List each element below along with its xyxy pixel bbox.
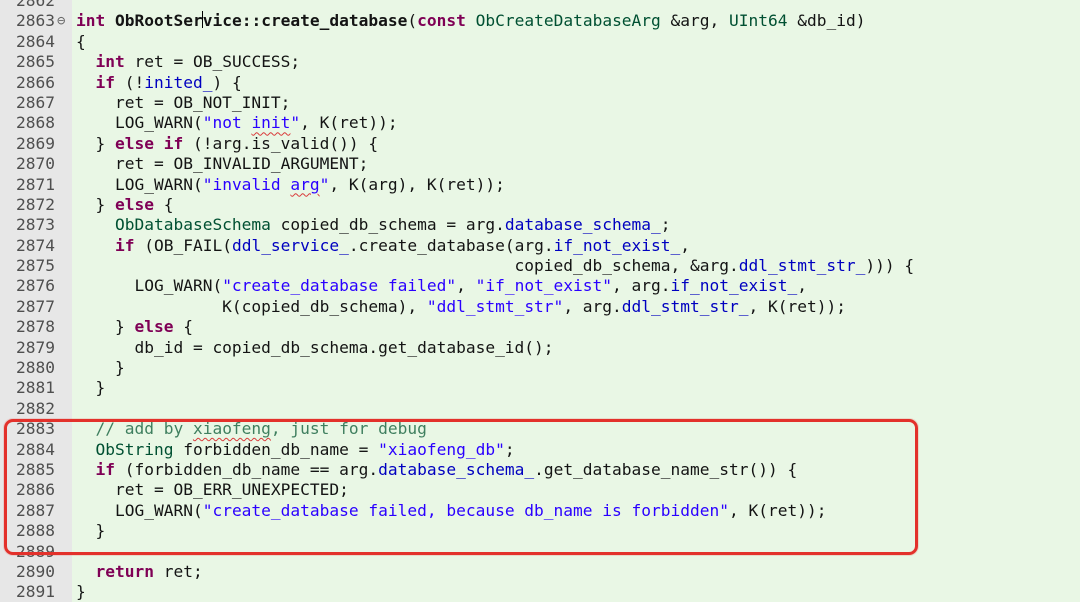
code-text: } xyxy=(76,378,106,398)
line-number: 2871 xyxy=(16,174,55,194)
code-text: } xyxy=(76,582,86,602)
code-line: 2870 ret = OB_INVALID_ARGUMENT; xyxy=(0,154,1080,174)
code-line: 2876 LOG_WARN("create_database failed", … xyxy=(0,276,1080,296)
code-text: } else { xyxy=(76,317,193,337)
line-number: 2864 xyxy=(16,31,55,51)
line-number: 2880 xyxy=(16,358,55,378)
line-number: 2878 xyxy=(16,317,55,337)
code-line: 2866 if (!inited_) { xyxy=(0,73,1080,93)
code-line: 2877 K(copied_db_schema), "ddl_stmt_str"… xyxy=(0,297,1080,317)
code-line: 2880 } xyxy=(0,358,1080,378)
code-line: 2882 xyxy=(0,399,1080,419)
line-number: 2865 xyxy=(16,52,55,72)
line-number: 2870 xyxy=(16,154,55,174)
code-line: 2869 } else if (!arg.is_valid()) { xyxy=(0,134,1080,154)
line-number: 2863 xyxy=(16,11,55,31)
code-line: 2864 { xyxy=(0,32,1080,52)
highlight-box xyxy=(4,419,918,555)
code-line: 2879 db_id = copied_db_schema.get_databa… xyxy=(0,338,1080,358)
line-number: 2868 xyxy=(16,113,55,133)
code-text: if (!inited_) { xyxy=(95,72,242,92)
code-line: 2862 xyxy=(0,0,1080,11)
line-number: 2879 xyxy=(16,337,55,357)
line-number: 2877 xyxy=(16,296,55,316)
text-cursor xyxy=(201,11,204,29)
line-number: 2867 xyxy=(16,92,55,112)
code-text: LOG_WARN("not init", K(ret)); xyxy=(76,113,398,133)
code-text: copied_db_schema, &arg.ddl_stmt_str_))) … xyxy=(76,256,915,276)
code-line: 2873 ObDatabaseSchema copied_db_schema =… xyxy=(0,215,1080,235)
line-number: 2862 xyxy=(16,0,55,10)
code-line: 2867 ret = OB_NOT_INIT; xyxy=(0,93,1080,113)
code-text: LOG_WARN("invalid arg", K(arg), K(ret)); xyxy=(76,174,505,194)
line-number: 2882 xyxy=(16,398,55,418)
line-number: 2881 xyxy=(16,378,55,398)
code-text: LOG_WARN("create_database failed", "if_n… xyxy=(76,276,807,296)
code-text: } xyxy=(76,358,125,378)
code-line: 2881 } xyxy=(0,378,1080,398)
code-text: } else if (!arg.is_valid()) { xyxy=(76,133,379,153)
code-text: ObDatabaseSchema copied_db_schema = arg.… xyxy=(114,215,671,235)
code-line: 2871 LOG_WARN("invalid arg", K(arg), K(r… xyxy=(0,175,1080,195)
code-text: if (OB_FAIL(ddl_service_.create_database… xyxy=(114,235,691,255)
line-number: 2872 xyxy=(16,194,55,214)
code-line: 2878 } else { xyxy=(0,317,1080,337)
code-text: K(copied_db_schema), "ddl_stmt_str", arg… xyxy=(76,296,846,316)
code-text: ret = OB_INVALID_ARGUMENT; xyxy=(76,154,369,174)
code-line: 2891 } xyxy=(0,582,1080,602)
line-number: 2873 xyxy=(16,215,55,235)
code-line: 2865 int ret = OB_SUCCESS; xyxy=(0,52,1080,72)
code-line: 2863 ⊖ int ObRootService::create_databas… xyxy=(0,11,1080,31)
code-line: 2890 return ret; xyxy=(0,562,1080,582)
line-number: 2891 xyxy=(16,582,55,602)
code-text: int ObRootService::create_database(const… xyxy=(76,11,866,31)
collapse-minus-icon[interactable]: ⊖ xyxy=(57,11,65,31)
line-number: 2890 xyxy=(16,561,55,581)
line-number: 2876 xyxy=(16,276,55,296)
code-line: 2872 } else { xyxy=(0,195,1080,215)
line-number: 2869 xyxy=(16,133,55,153)
code-line: 2875 copied_db_schema, &arg.ddl_stmt_str… xyxy=(0,256,1080,276)
line-number: 2866 xyxy=(16,72,55,92)
line-number: 2874 xyxy=(16,235,55,255)
code-text: { xyxy=(76,31,86,51)
code-text: int ret = OB_SUCCESS; xyxy=(95,52,301,72)
code-line: 2868 LOG_WARN("not init", K(ret)); xyxy=(0,113,1080,133)
line-number: 2875 xyxy=(16,256,55,276)
code-text: db_id = copied_db_schema.get_database_id… xyxy=(76,337,554,357)
code-text: return ret; xyxy=(95,561,203,581)
code-line: 2874 if (OB_FAIL(ddl_service_.create_dat… xyxy=(0,236,1080,256)
code-text: ret = OB_NOT_INIT; xyxy=(76,92,291,112)
code-editor[interactable]: 2862 2863 ⊖ int ObRootService::create_da… xyxy=(0,0,1080,602)
code-text: } else { xyxy=(76,194,174,214)
